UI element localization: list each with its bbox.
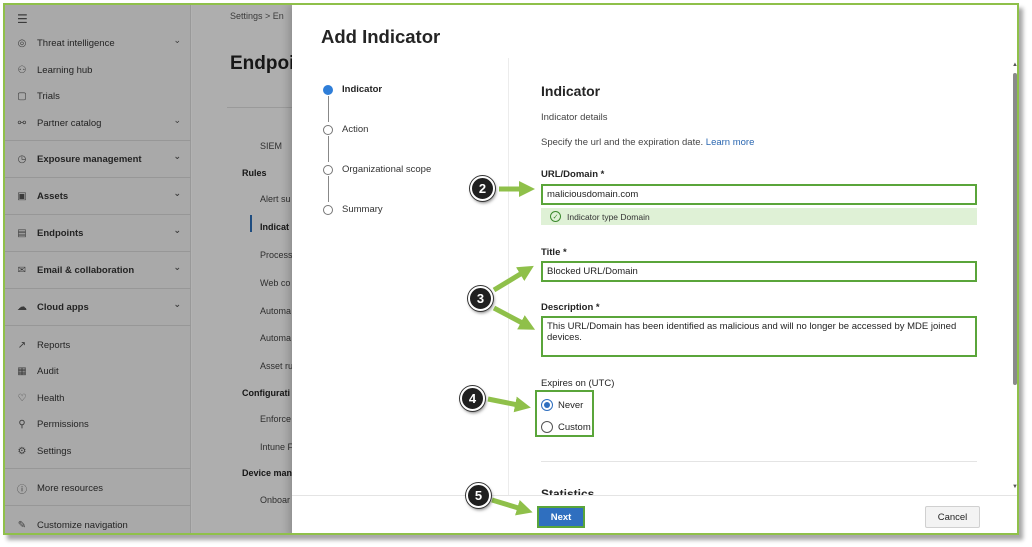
add-indicator-panel: Add Indicator Indicator Action Organizat…: [292, 5, 1017, 533]
step-pending-icon: [323, 165, 333, 175]
form-heading: Indicator: [541, 83, 601, 99]
callout-2: 2: [470, 176, 495, 201]
step-pending-icon: [323, 205, 333, 215]
step-label: Indicator: [342, 84, 383, 95]
scrollbar-thumb[interactable]: [1013, 73, 1017, 385]
panel-scrollbar[interactable]: ▲ ▼: [1012, 62, 1017, 490]
step-action[interactable]: Action: [323, 123, 523, 139]
title-label: Title *: [541, 247, 567, 258]
step-connector: [328, 176, 329, 202]
url-domain-input[interactable]: maliciousdomain.com: [541, 184, 977, 205]
step-pending-icon: [323, 125, 333, 135]
radio-never[interactable]: Never: [541, 399, 583, 411]
description-textarea[interactable]: This URL/Domain has been identified as m…: [541, 316, 977, 357]
step-organizational-scope[interactable]: Organizational scope: [323, 163, 523, 179]
form-description-text: Specify the url and the expiration date.: [541, 137, 704, 148]
scroll-down-icon[interactable]: ▼: [1012, 484, 1017, 490]
callout-4: 4: [460, 386, 485, 411]
step-label: Action: [342, 124, 369, 135]
radio-label: Custom: [558, 421, 591, 433]
cancel-button[interactable]: Cancel: [925, 506, 980, 528]
radio-label: Never: [558, 399, 584, 411]
radio-unselected-icon: [541, 421, 553, 433]
step-active-icon: [323, 85, 333, 95]
callout-5: 5: [466, 483, 491, 508]
step-summary[interactable]: Summary: [323, 203, 523, 219]
step-label: Summary: [342, 204, 383, 215]
panel-title: Add Indicator: [321, 26, 441, 47]
validation-text: Indicator type Domain: [567, 211, 650, 222]
step-indicator[interactable]: Indicator: [323, 83, 523, 99]
form-subheading: Indicator details: [541, 112, 608, 123]
radio-custom[interactable]: Custom: [541, 421, 591, 433]
panel-footer: Next Cancel: [292, 495, 1017, 533]
expires-label: Expires on (UTC): [541, 378, 615, 389]
form-description: Specify the url and the expiration date.…: [541, 137, 754, 148]
checkmark-icon: ✓: [550, 211, 561, 222]
next-button[interactable]: Next: [537, 506, 585, 528]
step-connector: [328, 96, 329, 122]
steps-divider: [508, 58, 509, 495]
callout-3: 3: [468, 286, 493, 311]
radio-selected-icon: [541, 399, 553, 411]
modal-overlay: [5, 5, 292, 533]
step-label: Organizational scope: [342, 164, 432, 175]
section-divider: [541, 461, 977, 462]
description-label: Description *: [541, 302, 600, 313]
title-input[interactable]: Blocked URL/Domain: [541, 261, 977, 282]
scroll-up-icon[interactable]: ▲: [1012, 62, 1017, 68]
learn-more-link[interactable]: Learn more: [706, 137, 755, 148]
step-connector: [328, 136, 329, 162]
url-domain-label: URL/Domain *: [541, 169, 605, 180]
validation-message: ✓ Indicator type Domain: [541, 208, 977, 225]
screenshot-frame: ☰ ◎ Threat intelligence ⌄ ⚇ Learning hub…: [3, 3, 1019, 535]
